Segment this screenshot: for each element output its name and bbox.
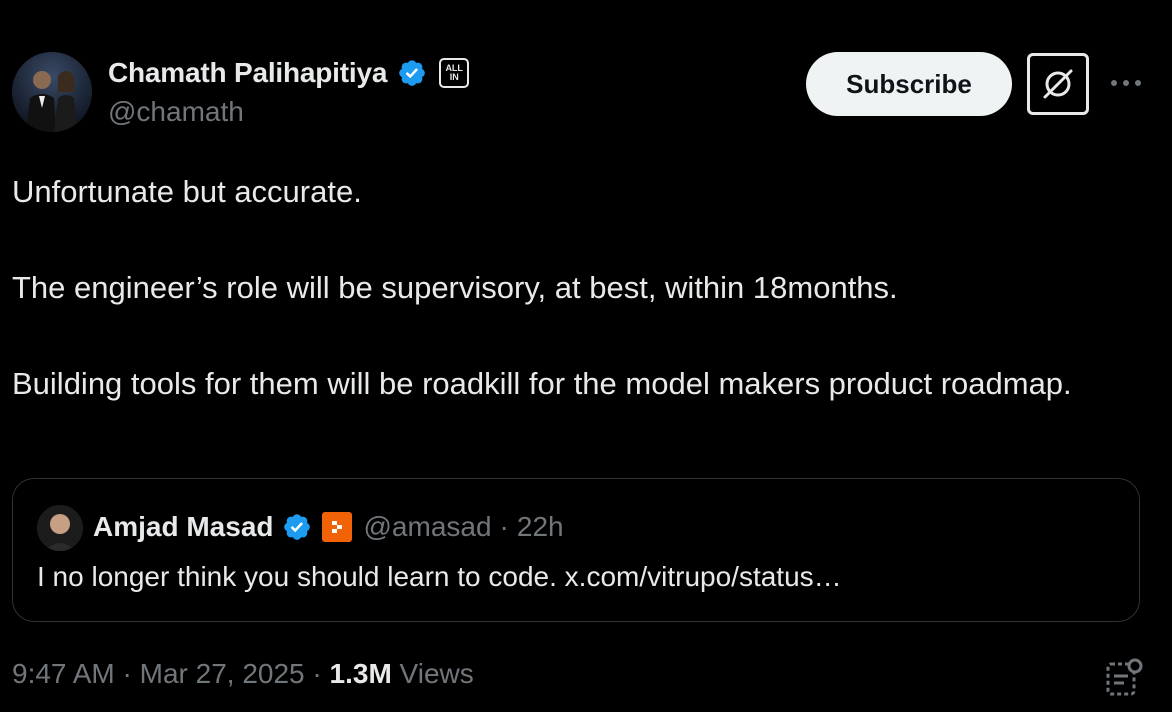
avatar-photo (12, 52, 92, 132)
quoted-tweet-time[interactable]: 22h (517, 511, 564, 543)
quoted-author-name[interactable]: Amjad Masad (93, 511, 274, 543)
tweet-paragraph-1: Unfortunate but accurate. (12, 174, 362, 209)
meta-separator: · (122, 658, 132, 689)
verified-badge-icon[interactable] (397, 58, 427, 88)
analytics-button[interactable] (1104, 656, 1146, 698)
verified-badge-icon[interactable] (282, 512, 312, 542)
author-name-row: Chamath Palihapitiya ALL IN (108, 56, 470, 90)
grok-icon (1043, 69, 1073, 99)
quoted-avatar-photo (37, 505, 83, 551)
tweet-date[interactable]: Mar 27, 2025 (140, 658, 305, 689)
tweet-meta: 9:47 AM · Mar 27, 2025 · 1.3M Views (12, 658, 474, 690)
author-avatar[interactable] (12, 52, 92, 132)
quoted-tweet-text: I no longer think you should learn to co… (37, 561, 842, 592)
tweet-paragraph-3: Building tools for them will be roadkill… (12, 366, 1072, 401)
tweet-time[interactable]: 9:47 AM (12, 658, 115, 689)
views-label: Views (399, 658, 474, 689)
quoted-separator: · (499, 511, 509, 542)
replit-icon[interactable] (321, 512, 352, 542)
affiliate-badge-line2: IN (449, 72, 459, 82)
quoted-tweet-card[interactable]: Amjad Masad @amasad · 22h I no longer th… (12, 478, 1140, 622)
more-options-button[interactable] (1106, 66, 1146, 100)
author-display-name[interactable]: Chamath Palihapitiya (108, 57, 387, 89)
tweet-container: Chamath Palihapitiya ALL IN @chamath Sub… (0, 0, 1172, 712)
subscribe-button[interactable]: Subscribe (806, 52, 1012, 116)
author-handle[interactable]: @chamath (108, 96, 244, 128)
all-in-affiliate-badge[interactable]: ALL IN (439, 58, 470, 88)
quoted-author-avatar[interactable] (37, 505, 83, 551)
tweet-paragraph-2: The engineer’s role will be supervisory,… (12, 270, 898, 305)
meta-separator: · (312, 658, 322, 689)
analytics-icon (1106, 658, 1143, 696)
quoted-author-handle[interactable]: @amasad (364, 511, 492, 543)
quoted-tweet-header: Amjad Masad @amasad · 22h (93, 509, 564, 545)
grok-button[interactable] (1027, 53, 1089, 115)
more-icon (1111, 80, 1141, 86)
tweet-text: Unfortunate but accurate. The engineer’s… (12, 168, 1142, 408)
views-count: 1.3M (329, 658, 392, 689)
